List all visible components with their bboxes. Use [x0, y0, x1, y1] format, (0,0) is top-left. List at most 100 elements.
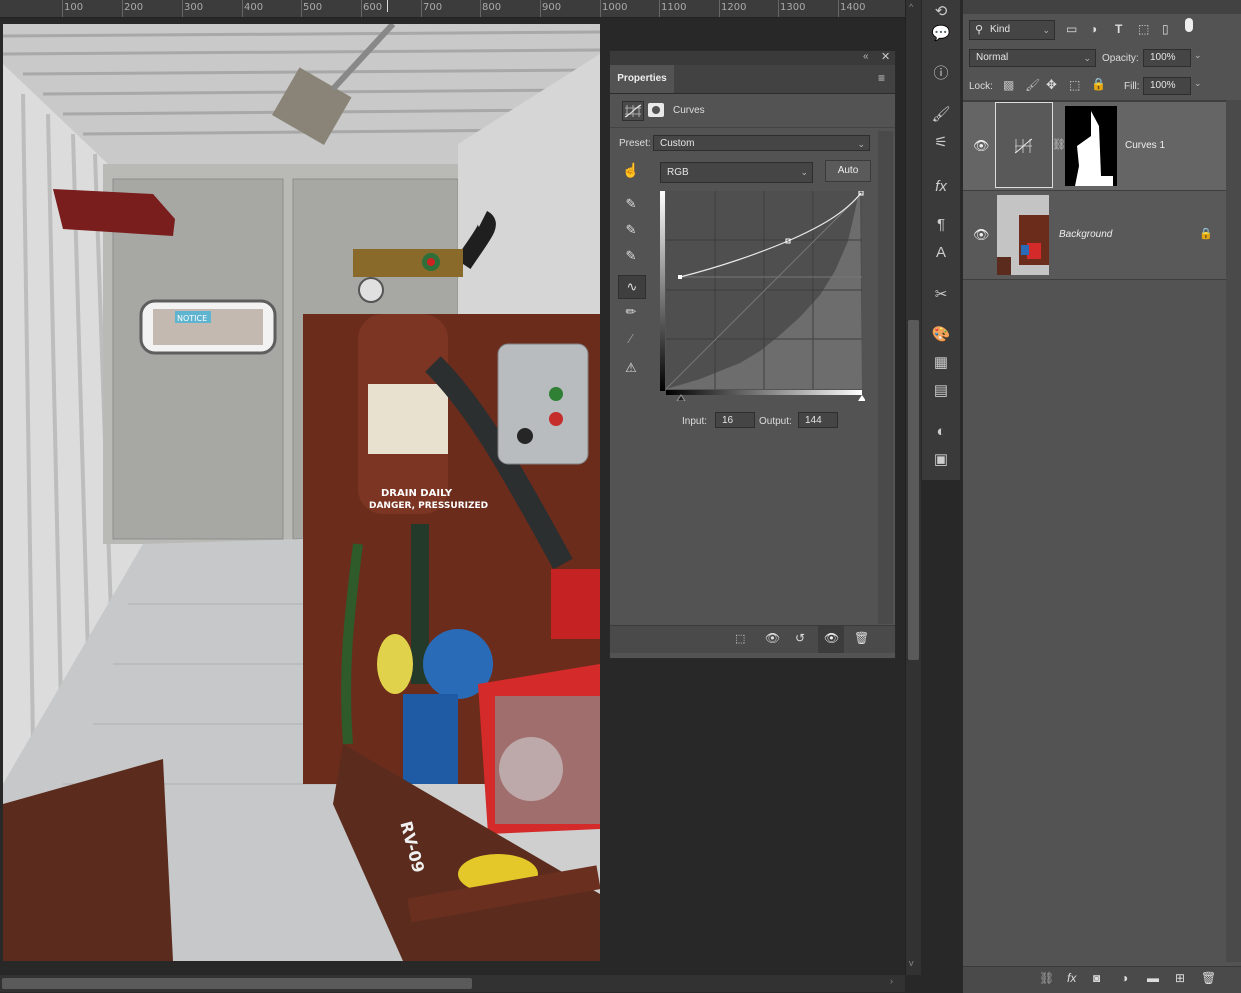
pencil-draw-icon[interactable]: ✏ — [618, 301, 644, 323]
panel-menu-icon[interactable]: ≡ — [878, 71, 885, 85]
styles-fx-icon[interactable]: fx — [922, 175, 960, 199]
canvas-vertical-scrollbar[interactable]: ^ v — [905, 0, 921, 975]
fill-label: Fill: — [1124, 81, 1140, 92]
adjustment-layer-icon[interactable] — [622, 101, 644, 121]
output-field[interactable]: 144 — [798, 412, 838, 428]
auto-button[interactable]: Auto — [825, 160, 871, 182]
tab-properties[interactable]: Properties — [610, 65, 674, 93]
blend-mode-dropdown[interactable]: Normal ⌄ — [969, 49, 1096, 67]
document-image[interactable]: NOTICE DRAIN DAILY DANGER, PRESSURIZED R… — [3, 24, 600, 961]
layer-row-curves[interactable]: 👁 ⛓ Curves 1 — [963, 102, 1226, 191]
curves-adjustment-thumbnail[interactable] — [995, 102, 1053, 188]
info-icon[interactable]: ⓘ — [922, 62, 960, 86]
preset-value: Custom — [660, 138, 695, 149]
scroll-down-icon[interactable]: v — [909, 958, 914, 968]
delete-layer-trash-icon[interactable]: 🗑 — [1201, 971, 1216, 985]
close-panel-icon[interactable]: ✕ — [881, 50, 890, 63]
filter-smart-object-icon[interactable]: ▯ — [1162, 22, 1169, 36]
chevron-down-icon: ⌄ — [800, 167, 808, 177]
filter-adjustment-icon[interactable]: ◑ — [1090, 22, 1097, 36]
lock-transparent-icon[interactable]: ▩ — [1003, 78, 1014, 92]
new-layer-icon[interactable]: ⊞ — [1175, 971, 1185, 985]
input-label: Input: — [682, 416, 708, 427]
canvas-horizontal-scrollbar[interactable]: › — [0, 975, 905, 992]
paragraph-icon[interactable]: ¶ — [922, 213, 960, 237]
link-chain-icon[interactable]: ⛓ — [1052, 138, 1066, 151]
smooth-curve-icon[interactable]: ⁄ — [618, 327, 644, 349]
lock-icon[interactable]: 🔒 — [1199, 227, 1213, 240]
black-point-eyedropper-icon[interactable]: ✎ — [618, 193, 644, 215]
output-label: Output: — [759, 416, 792, 427]
preset-dropdown[interactable]: Custom ⌄ — [653, 135, 870, 151]
new-adjustment-layer-icon[interactable]: ◑ — [1121, 971, 1128, 985]
character-icon[interactable]: A — [922, 241, 960, 265]
new-group-folder-icon[interactable]: ▬ — [1147, 971, 1159, 985]
view-previous-state-icon[interactable]: 👁 — [765, 631, 780, 645]
scroll-right-icon[interactable]: › — [890, 976, 893, 986]
table-icon[interactable]: ▦ — [922, 351, 960, 375]
filter-kind-dropdown[interactable]: ⚲ Kind ⌄ — [969, 20, 1055, 40]
curve-points-tool-icon[interactable]: ∿ — [618, 275, 646, 299]
layers-scrollbar[interactable] — [1226, 100, 1241, 962]
layer-mask-thumbnail[interactable] — [1065, 106, 1117, 186]
add-layer-style-fx-icon[interactable]: fx — [1067, 971, 1076, 985]
lock-position-move-icon[interactable]: ✥ — [1046, 77, 1057, 93]
contrast-icon[interactable]: ◐ — [922, 420, 960, 444]
chevron-down-icon: ⌄ — [1083, 53, 1091, 63]
filter-pixel-icon[interactable]: ▭ — [1066, 22, 1077, 36]
vertical-scroll-thumb[interactable] — [908, 320, 919, 660]
grid-icon[interactable]: ▤ — [922, 379, 960, 403]
scroll-up-icon[interactable]: ^ — [909, 2, 913, 12]
horizontal-scroll-thumb[interactable] — [2, 978, 472, 989]
filter-shape-icon[interactable]: ⬚ — [1138, 22, 1149, 36]
chevron-down-icon: ⌄ — [857, 139, 865, 149]
properties-panel-titlebar[interactable]: « ✕ — [610, 51, 895, 65]
ruler-tick — [62, 0, 63, 17]
input-field[interactable]: 16 — [715, 412, 755, 428]
eye-visibility-icon[interactable]: 👁 — [973, 138, 990, 154]
notice-sign-text: NOTICE — [177, 314, 207, 323]
toggle-visibility-icon[interactable]: 👁 — [824, 631, 839, 645]
brushes-icon[interactable]: 🖌 — [922, 103, 960, 127]
adjustments-icon[interactable]: ⚟ — [922, 131, 960, 155]
fill-field[interactable]: 100% — [1143, 77, 1191, 95]
channel-dropdown[interactable]: RGB ⌄ — [660, 162, 813, 183]
on-image-adjust-icon[interactable]: ☝ — [622, 162, 639, 179]
properties-panel: « ✕ Properties ≡ Curves Preset: Custom ⌄… — [609, 50, 896, 659]
search-icon: ⚲ — [975, 24, 984, 36]
layer-name: Curves 1 — [1125, 140, 1166, 151]
opacity-field[interactable]: 100% — [1143, 49, 1191, 67]
ruler-tick — [838, 0, 839, 17]
curves-graph[interactable] — [660, 190, 866, 402]
tools-icon[interactable]: ✂ — [922, 283, 960, 307]
layer-mask-icon[interactable] — [648, 103, 664, 117]
swatches-palette-icon[interactable]: 🎨 — [922, 323, 960, 347]
horizontal-ruler: 100 200 300 400 500 600 700 800 900 1000… — [0, 0, 905, 18]
trash-icon[interactable]: 🗑 — [854, 631, 869, 645]
layer-row-background[interactable]: 👁 Background 🔒 — [963, 191, 1226, 280]
properties-scrollbar[interactable] — [878, 131, 893, 624]
lock-image-brush-icon[interactable]: 🖌 — [1025, 78, 1040, 92]
add-mask-icon[interactable]: ◙ — [1093, 971, 1100, 985]
ruler-tick — [540, 0, 541, 17]
comments-icon[interactable]: 💬 — [922, 22, 960, 46]
filter-type-icon[interactable]: T — [1115, 22, 1122, 36]
background-thumbnail[interactable] — [997, 195, 1049, 275]
link-layers-icon[interactable]: ⛓ — [1039, 971, 1054, 985]
chevron-down-icon[interactable]: ⌄ — [1194, 78, 1202, 89]
chevron-down-icon[interactable]: ⌄ — [1194, 50, 1202, 61]
history-icon[interactable]: ⟲ — [922, 0, 960, 24]
ruler-label: 300 — [184, 2, 204, 13]
ruler-label: 400 — [244, 2, 264, 13]
gray-point-eyedropper-icon[interactable]: ✎ — [618, 219, 644, 241]
filter-toggle-icon[interactable] — [1185, 18, 1193, 32]
libraries-icon[interactable]: ▣ — [922, 448, 960, 472]
reset-icon[interactable]: ↺ — [795, 631, 805, 645]
white-point-eyedropper-icon[interactable]: ✎ — [618, 245, 644, 267]
lock-all-icon[interactable]: 🔒 — [1091, 77, 1106, 91]
lock-artboard-icon[interactable]: ⬚ — [1069, 78, 1080, 92]
eye-visibility-icon[interactable]: 👁 — [973, 227, 990, 243]
clip-to-layer-icon[interactable]: ⬚ — [735, 632, 745, 645]
collapse-panel-icon[interactable]: « — [863, 51, 869, 62]
clipping-warning-icon[interactable]: ⚠ — [618, 357, 644, 379]
